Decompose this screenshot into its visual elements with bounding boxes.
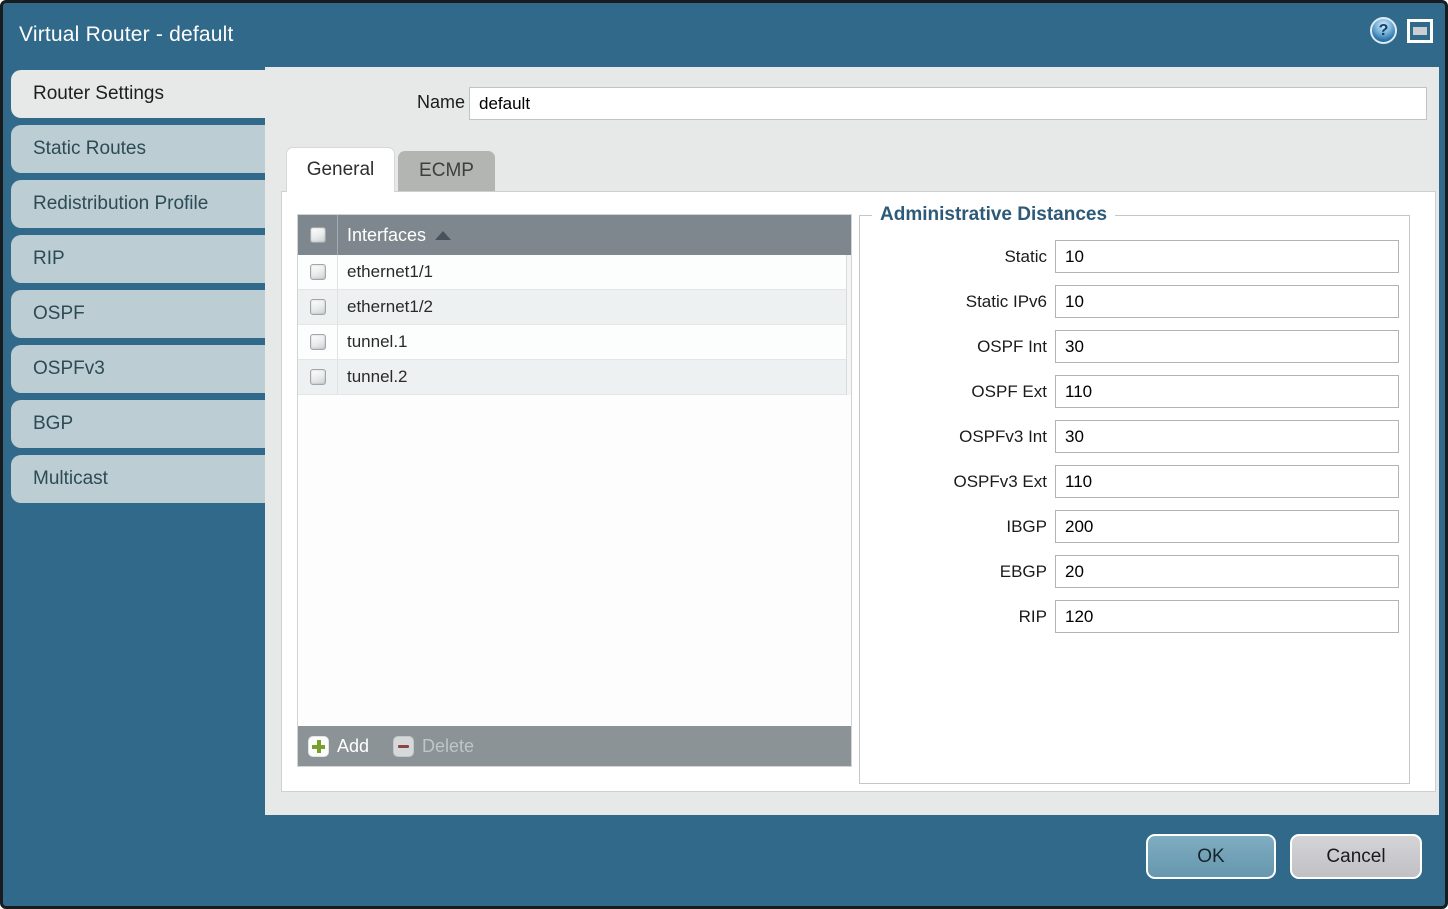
ospfv3-ext-label: OSPFv3 Ext <box>953 472 1047 492</box>
sidebar-item-rip[interactable]: RIP <box>11 235 265 283</box>
row-checkbox-cell <box>298 325 338 359</box>
sidebar-item-label: RIP <box>33 248 65 270</box>
ospf-ext-label: OSPF Ext <box>971 382 1047 402</box>
ok-button-label: OK <box>1197 846 1224 868</box>
row-checkbox[interactable] <box>310 334 326 350</box>
sidebar-item-static-routes[interactable]: Static Routes <box>11 125 265 173</box>
interface-name: ethernet1/2 <box>347 297 433 317</box>
delete-minus-icon <box>393 736 414 757</box>
sidebar-item-label: BGP <box>33 413 73 435</box>
table-scrollbar[interactable] <box>846 255 851 395</box>
interface-row[interactable]: tunnel.2 <box>298 360 851 395</box>
titlebar: Virtual Router - default <box>3 3 1445 67</box>
interface-name: tunnel.1 <box>347 332 408 352</box>
administrative-distances-legend: Administrative Distances <box>872 204 1115 226</box>
administrative-distances-group: Administrative Distances Static Static I… <box>859 204 1410 784</box>
ospfv3-int-label: OSPFv3 Int <box>959 427 1047 447</box>
interfaces-table: Interfaces ethernet1/1 ethernet1/2 tunne <box>297 214 852 767</box>
row-checkbox-cell <box>298 255 338 289</box>
admin-distance-row: Static IPv6 <box>860 285 1399 318</box>
virtual-router-dialog: Virtual Router - default ? Router Settin… <box>0 0 1448 909</box>
minimize-icon[interactable] <box>1407 19 1433 43</box>
ospfv3-ext-input[interactable] <box>1055 465 1399 498</box>
sidebar-item-router-settings[interactable]: Router Settings <box>11 70 265 118</box>
sidebar-item-label: Multicast <box>33 468 108 490</box>
add-button-label: Add <box>337 736 369 757</box>
ebgp-label: EBGP <box>1000 562 1047 582</box>
row-checkbox[interactable] <box>310 299 326 315</box>
static-ipv6-input[interactable] <box>1055 285 1399 318</box>
tab-ecmp[interactable]: ECMP <box>398 151 495 191</box>
tab-label: General <box>307 159 375 181</box>
rip-input[interactable] <box>1055 600 1399 633</box>
select-all-checkbox[interactable] <box>310 227 326 243</box>
minimize-icon-bar <box>1413 27 1427 35</box>
static-label: Static <box>1004 247 1047 267</box>
tab-general[interactable]: General <box>286 147 395 192</box>
static-ipv6-label: Static IPv6 <box>966 292 1047 312</box>
content-panel: Name General ECMP Interfaces ethernet1 <box>265 67 1439 815</box>
interfaces-toolbar: Add Delete <box>298 726 851 766</box>
admin-distance-row: OSPFv3 Int <box>860 420 1399 453</box>
interface-name: tunnel.2 <box>347 367 408 387</box>
interface-row[interactable]: ethernet1/1 <box>298 255 851 290</box>
admin-distance-row: IBGP <box>860 510 1399 543</box>
name-input[interactable] <box>469 87 1427 120</box>
rip-label: RIP <box>1019 607 1047 627</box>
admin-distance-row: OSPF Int <box>860 330 1399 363</box>
titlebar-icons: ? <box>1370 17 1433 44</box>
admin-distance-row: RIP <box>860 600 1399 633</box>
sidebar-item-label: Redistribution Profile <box>33 193 208 215</box>
row-checkbox[interactable] <box>310 264 326 280</box>
admin-distance-row: EBGP <box>860 555 1399 588</box>
admin-distance-row: Static <box>860 240 1399 273</box>
ospf-ext-input[interactable] <box>1055 375 1399 408</box>
ibgp-label: IBGP <box>1006 517 1047 537</box>
static-input[interactable] <box>1055 240 1399 273</box>
interfaces-column-header: Interfaces <box>347 225 426 246</box>
name-row: Name <box>265 87 1427 120</box>
row-checkbox-cell <box>298 290 338 324</box>
interfaces-table-header: Interfaces <box>298 215 851 255</box>
sidebar-item-multicast[interactable]: Multicast <box>11 455 265 503</box>
interface-name: ethernet1/1 <box>347 262 433 282</box>
ibgp-input[interactable] <box>1055 510 1399 543</box>
general-tab-panel: Interfaces ethernet1/1 ethernet1/2 tunne <box>281 191 1436 792</box>
delete-button[interactable]: Delete <box>393 736 474 757</box>
admin-distance-row: OSPFv3 Ext <box>860 465 1399 498</box>
interface-row[interactable]: tunnel.1 <box>298 325 851 360</box>
sidebar-item-ospf[interactable]: OSPF <box>11 290 265 338</box>
sidebar-item-ospfv3[interactable]: OSPFv3 <box>11 345 265 393</box>
ospf-int-label: OSPF Int <box>977 337 1047 357</box>
sidebar-item-bgp[interactable]: BGP <box>11 400 265 448</box>
sidebar: Router Settings Static Routes Redistribu… <box>11 70 265 510</box>
sidebar-item-label: OSPFv3 <box>33 358 105 380</box>
add-button[interactable]: Add <box>308 736 369 757</box>
ebgp-input[interactable] <box>1055 555 1399 588</box>
admin-distance-row: OSPF Ext <box>860 375 1399 408</box>
row-checkbox-cell <box>298 360 338 394</box>
sidebar-item-label: Static Routes <box>33 138 146 160</box>
cancel-button[interactable]: Cancel <box>1290 834 1422 879</box>
add-plus-icon <box>308 736 329 757</box>
dialog-title: Virtual Router - default <box>19 23 234 47</box>
ospfv3-int-input[interactable] <box>1055 420 1399 453</box>
sidebar-item-label: OSPF <box>33 303 85 325</box>
interfaces-rows: ethernet1/1 ethernet1/2 tunnel.1 tunnel.… <box>298 255 851 726</box>
sidebar-item-redistribution-profile[interactable]: Redistribution Profile <box>11 180 265 228</box>
name-label: Name <box>385 92 465 113</box>
header-checkbox-cell <box>298 215 338 255</box>
interface-row[interactable]: ethernet1/2 <box>298 290 851 325</box>
sort-ascending-icon[interactable] <box>435 231 451 240</box>
sidebar-item-label: Router Settings <box>33 83 164 105</box>
ok-button[interactable]: OK <box>1146 834 1276 879</box>
row-checkbox[interactable] <box>310 369 326 385</box>
tab-label: ECMP <box>419 160 474 182</box>
ospf-int-input[interactable] <box>1055 330 1399 363</box>
help-icon[interactable]: ? <box>1370 17 1397 44</box>
delete-button-label: Delete <box>422 736 474 757</box>
cancel-button-label: Cancel <box>1326 846 1385 868</box>
